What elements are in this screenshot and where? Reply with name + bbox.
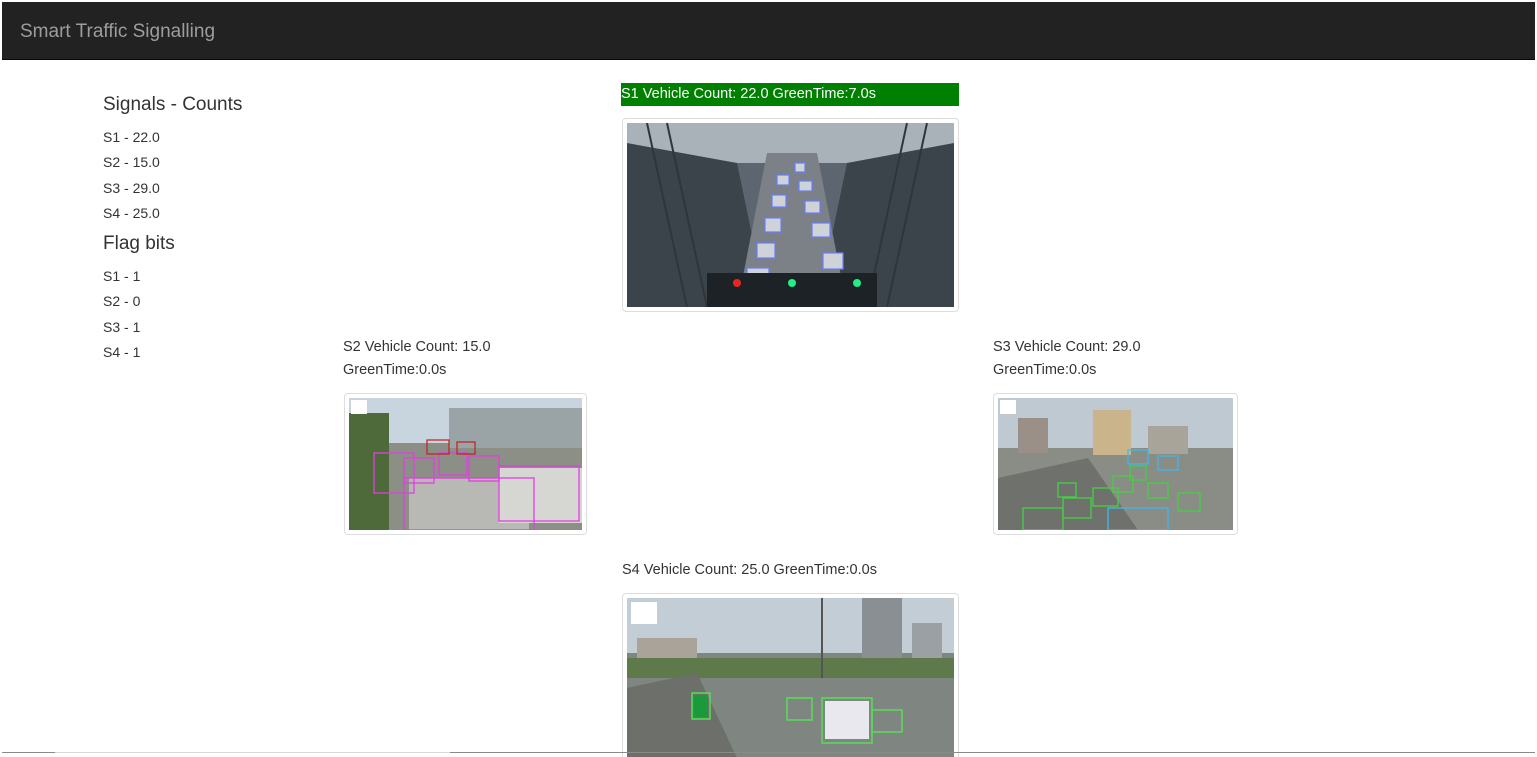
- flags-list: S1 - 1 S2 - 0 S3 - 1 S4 - 1: [103, 264, 303, 365]
- count-item-s4: S4 - 25.0: [103, 204, 160, 221]
- flag-item-s1: S1 - 1: [103, 268, 141, 285]
- city-junction-detection-image: [627, 598, 954, 757]
- counts-list: S1 - 22.0 S2 - 15.0 S3 - 29.0 S4 - 25.0: [103, 125, 303, 226]
- flags-heading: Flag bits: [103, 233, 175, 255]
- counts-heading: Signals - Counts: [103, 94, 243, 115]
- s1-camera-thumbnail[interactable]: [622, 118, 959, 312]
- s4-label: S4 Vehicle Count: 25.0 GreenTime:0.0s: [622, 562, 877, 578]
- navbar: Smart Traffic Signalling: [2, 2, 1535, 60]
- count-item-s1: S1 - 22.0: [103, 129, 160, 145]
- street-cars-detection-image: [349, 398, 582, 530]
- s2-camera-thumbnail[interactable]: [344, 393, 587, 535]
- s2-label-line2: GreenTime:0.0s: [343, 362, 447, 378]
- s3-label-line2: GreenTime:0.0s: [993, 362, 1097, 378]
- s1-label: S1 Vehicle Count: 22.0 GreenTime:7.0s: [621, 83, 959, 106]
- sidebar: Signals - Counts S1 - 22.0 S2 - 15.0 S3 …: [103, 93, 303, 371]
- s3-label-line1: S3 Vehicle Count: 29.0: [993, 339, 1141, 355]
- s2-label-line1: S2 Vehicle Count: 15.0: [343, 339, 491, 355]
- flag-item-s2: S2 - 0: [103, 293, 141, 310]
- flag-item-s4: S4 - 1: [103, 344, 141, 361]
- navbar-brand[interactable]: Smart Traffic Signalling: [20, 21, 215, 43]
- s4-camera-thumbnail[interactable]: [622, 593, 959, 757]
- count-item-s2: S2 - 15.0: [103, 154, 160, 171]
- s3-camera-thumbnail[interactable]: [993, 393, 1238, 535]
- bridge-traffic-camera-image: [627, 123, 954, 307]
- highway-vehicle-detection-image: [998, 398, 1233, 530]
- page-bottom-scroll-segment: [55, 752, 450, 753]
- flag-item-s3: S3 - 1: [103, 318, 141, 335]
- count-item-s3: S3 - 29.0: [103, 179, 160, 196]
